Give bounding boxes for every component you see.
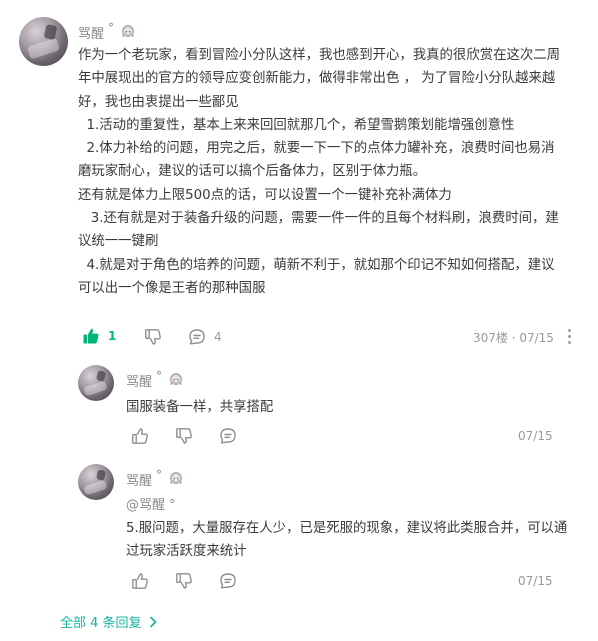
username[interactable]: 骂醒 <box>126 371 152 390</box>
like-button[interactable]: 1 <box>82 326 116 346</box>
like-button[interactable] <box>131 571 149 591</box>
more-options-icon[interactable] <box>561 326 577 346</box>
dislike-button[interactable] <box>144 327 162 347</box>
reply-line: 5.服问题，大量服存在人少，已是死服的现象，建议将此类服合并，可以通 <box>126 521 568 536</box>
floor-and-date: 307楼 · 07/15 <box>473 331 554 345</box>
username[interactable]: 骂醒 <box>126 470 152 489</box>
dislike-button[interactable] <box>175 571 193 591</box>
comment-line: 2.体力补给的问题，用完之后，就要一下一下的点体力罐补充，浪费时间也易消 <box>78 141 555 157</box>
comment-line: 可以出一个像是王者的那种国服 <box>78 280 266 296</box>
thumbs-up-icon <box>132 428 148 444</box>
view-all-replies-label: 全部 4 条回复 <box>60 616 142 631</box>
chevron-right-icon <box>149 616 156 627</box>
degree-mark: ° <box>108 21 115 35</box>
comment-line: 作为一个老玩家，看到冒险小分队这样，我也感到开心，我真的很欣赏在这次二周 <box>78 48 561 63</box>
comment-bubble-icon <box>220 428 236 444</box>
comment-line: 4.就是对于角色的培养的问题，萌新不利于，就如那个印记不知如何搭配，建议 <box>78 257 555 273</box>
anime-girl-badge-icon <box>168 372 184 388</box>
reply-mention[interactable]: @骂醒 ° <box>126 494 176 513</box>
comment-line: 1.活动的重复性，基本上来来回回就那几个，希望雪鹅策划能增强创意性 <box>78 117 515 133</box>
username[interactable]: 骂醒 <box>78 23 104 42</box>
like-button[interactable] <box>131 426 149 446</box>
degree-mark: ° <box>156 468 163 482</box>
thumbs-down-icon <box>176 573 192 589</box>
thumbs-up-filled-icon <box>83 328 99 344</box>
reply-line: 过玩家活跃度来统计 <box>126 544 247 560</box>
comment-line: 好，我也由衷提出一些鄙见 <box>78 94 239 110</box>
reply-body: 5.服问题，大量服存在人少，已是死服的现象，建议将此类服合并，可以通 过玩家活跃… <box>126 517 567 564</box>
avatar[interactable] <box>78 464 114 500</box>
reply-author: 骂醒 ° <box>126 468 184 489</box>
view-all-replies-link[interactable]: 全部 4 条回复 <box>60 612 158 631</box>
reply-button[interactable] <box>219 426 237 446</box>
comment-author: 骂醒 ° <box>78 21 136 42</box>
comment-line: 议统一一键刷 <box>78 234 159 250</box>
degree-mark: ° <box>156 369 163 383</box>
anime-girl-badge-icon <box>120 24 136 40</box>
reply-date: 07/15 <box>518 574 553 588</box>
reply-count: 4 <box>214 330 222 344</box>
thumbs-up-icon <box>132 573 148 589</box>
avatar[interactable] <box>19 17 68 66</box>
reply-body: 国服装备一样，共享搭配 <box>126 396 273 419</box>
comment-line: 磨玩家耐心，建议的话可以搞个后备体力，区别于体力瓶。 <box>78 164 427 180</box>
anime-girl-badge-icon <box>168 471 184 487</box>
reply-author: 骂醒 ° <box>126 369 184 390</box>
like-count: 1 <box>108 329 117 343</box>
comment-line: 年中展现出的官方的领导应变创新能力，做得非常出色 ， 为了冒险小分队越来越 <box>78 71 556 87</box>
comment-bubble-icon <box>220 573 236 589</box>
comment-body: 作为一个老玩家，看到冒险小分队这样，我也感到开心，我真的很欣赏在这次二周 年中展… <box>78 44 560 300</box>
comment-line: 3.还有就是对于装备升级的问题，需要一件一件的且每个材料刷，浪费时间，建 <box>78 211 559 227</box>
avatar[interactable] <box>78 365 114 401</box>
reply-date: 07/15 <box>518 429 553 443</box>
thumbs-down-icon <box>176 428 192 444</box>
comment-line: 还有就是体力上限500点的话，可以设置一个一键补充补满体力 <box>78 187 452 203</box>
reply-line: 国服装备一样，共享搭配 <box>126 400 274 415</box>
reply-button[interactable]: 4 <box>188 327 222 347</box>
thumbs-down-icon <box>145 329 161 345</box>
dislike-button[interactable] <box>175 426 193 446</box>
reply-button[interactable] <box>219 571 237 591</box>
comment-bubble-icon <box>189 329 205 345</box>
